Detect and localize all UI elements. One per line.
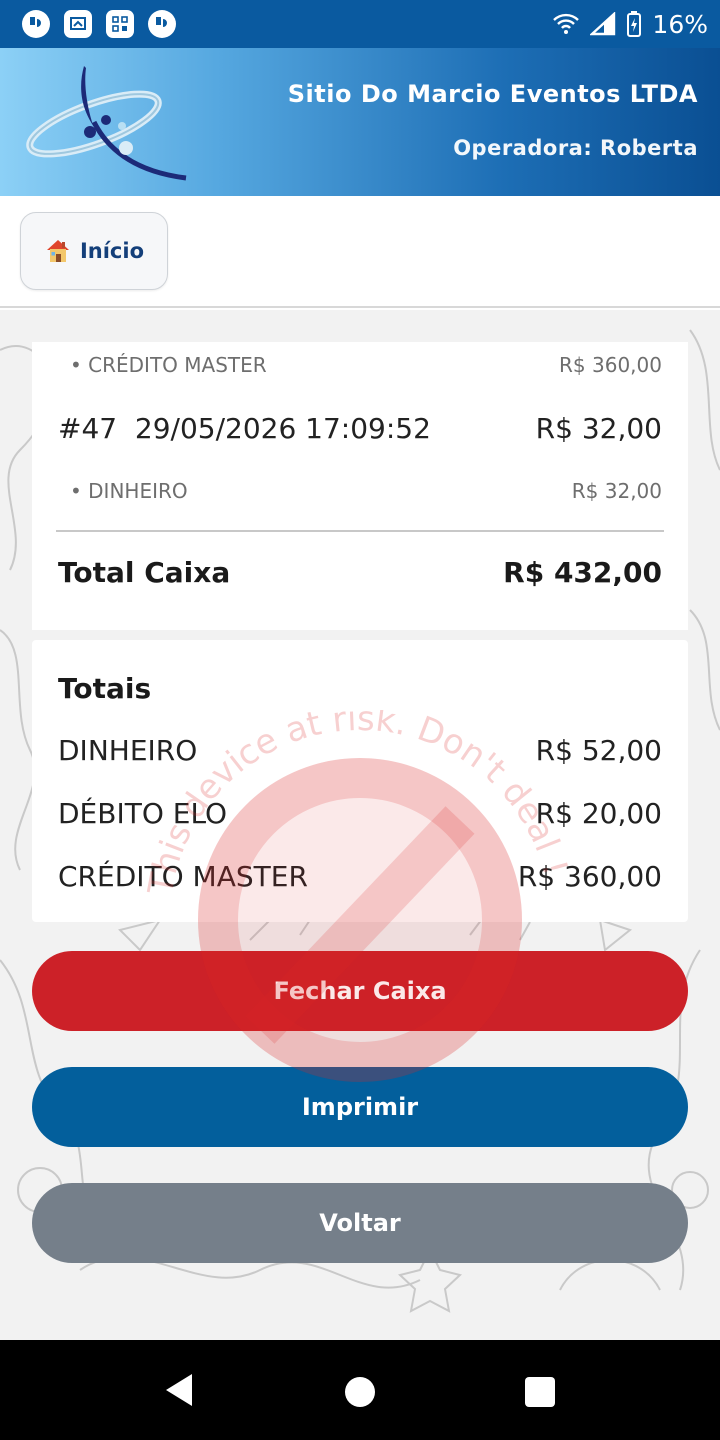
battery-percent: 16% — [652, 9, 708, 39]
company-logo — [26, 66, 187, 181]
print-button[interactable]: Imprimir — [32, 1067, 688, 1147]
totals-row-value: R$ 360,00 — [517, 859, 662, 893]
back-triangle-icon[interactable] — [160, 1370, 198, 1410]
summary-sub-label: • CRÉDITO MASTER — [70, 353, 267, 377]
system-nav-bar — [0, 1340, 720, 1440]
summary-sub-value: R$ 32,00 — [571, 479, 662, 503]
transaction-summary-card: • CRÉDITO MASTER R$ 360,00 #47 29/05/202… — [32, 342, 688, 630]
app-header: Sitio Do Marcio Eventos LTDA Operadora: … — [0, 48, 720, 196]
totals-row-value: R$ 20,00 — [535, 796, 662, 830]
divider — [56, 530, 664, 532]
operator-name: Operadora: Roberta — [453, 136, 698, 160]
totals-row-label: DINHEIRO — [58, 733, 198, 767]
qr-code-icon — [106, 10, 134, 38]
totals-card: Totais DINHEIRO R$ 52,00 DÉBITO ELO R$ 2… — [32, 640, 688, 922]
summary-sub-row: • DINHEIRO R$ 32,00 — [58, 476, 662, 506]
wifi-icon — [553, 13, 580, 34]
back-button[interactable]: Voltar — [32, 1183, 688, 1263]
app-notification-icon — [22, 10, 50, 38]
transaction-value: R$ 32,00 — [535, 411, 662, 445]
close-register-button[interactable]: Fechar Caixa — [32, 951, 688, 1031]
status-bar: 16% — [0, 0, 720, 48]
summary-sub-label: • DINHEIRO — [70, 479, 188, 503]
summary-sub-value: R$ 360,00 — [559, 353, 662, 377]
cell-signal-icon — [590, 12, 616, 36]
totals-title-row: Totais — [58, 668, 662, 708]
totals-row-value: R$ 52,00 — [535, 733, 662, 767]
app-notification-icon — [148, 10, 176, 38]
home-button[interactable]: Início — [20, 212, 168, 290]
house-icon — [46, 240, 69, 262]
home-button-label: Início — [79, 239, 145, 263]
company-name: Sitio Do Marcio Eventos LTDA — [287, 80, 698, 108]
transaction-label: #47 29/05/2026 17:09:52 — [58, 411, 431, 445]
total-label: Total Caixa — [58, 555, 231, 589]
totals-row: CRÉDITO MASTER R$ 360,00 — [58, 856, 662, 896]
home-circle-icon[interactable] — [342, 1370, 378, 1410]
totals-row-label: CRÉDITO MASTER — [58, 859, 308, 893]
main-content[interactable]: • CRÉDITO MASTER R$ 360,00 #47 29/05/202… — [0, 310, 720, 1340]
recents-square-icon[interactable] — [522, 1370, 558, 1410]
totals-title: Totais — [58, 671, 152, 705]
screen-cast-icon — [64, 10, 92, 38]
totals-row: DINHEIRO R$ 52,00 — [58, 730, 662, 770]
totals-row: DÉBITO ELO R$ 20,00 — [58, 793, 662, 833]
total-row: Total Caixa R$ 432,00 — [58, 552, 662, 592]
summary-sub-row: • CRÉDITO MASTER R$ 360,00 — [58, 350, 662, 380]
total-value: R$ 432,00 — [503, 555, 662, 589]
battery-charging-icon — [627, 11, 642, 37]
nav-bar: Início — [0, 196, 720, 308]
totals-row-label: DÉBITO ELO — [58, 796, 228, 830]
summary-transaction-row: #47 29/05/2026 17:09:52 R$ 32,00 — [58, 408, 662, 448]
